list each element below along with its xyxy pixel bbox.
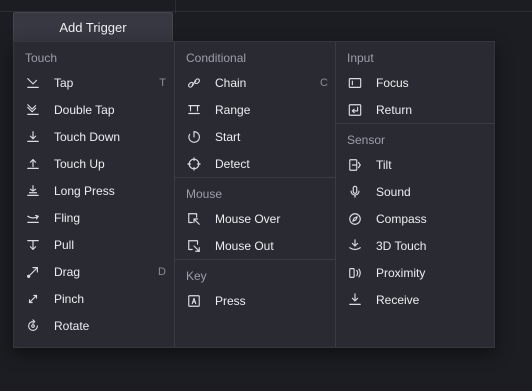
- menu-item-focus[interactable]: Focus: [336, 69, 495, 96]
- start-icon: [186, 129, 202, 145]
- menu-item-detect[interactable]: Detect: [175, 150, 336, 177]
- section-input: Input Focus Return: [336, 42, 495, 123]
- menu-item-label: Drag: [54, 264, 81, 279]
- menu-item-label: Range: [215, 102, 251, 117]
- fling-icon: [25, 210, 41, 226]
- menu-item-label: Mouse Over: [215, 211, 281, 226]
- mouse-over-icon: [186, 211, 202, 227]
- shortcut-key: T: [159, 76, 166, 89]
- menu-item-double-tap[interactable]: Double Tap: [14, 96, 174, 123]
- detect-icon: [186, 156, 202, 172]
- menu-item-label: Pull: [54, 237, 75, 252]
- menu-item-pull[interactable]: Pull: [14, 231, 174, 258]
- sound-icon: [347, 184, 363, 200]
- tilt-icon: [347, 157, 363, 173]
- menu-item-sound[interactable]: Sound: [336, 178, 495, 205]
- column-touch: Touch Tap T Double Tap Touch Down Touch Up Lon…: [14, 42, 174, 347]
- section-title: Touch: [25, 51, 58, 65]
- section-title: Input: [347, 51, 374, 65]
- menu-item-compass[interactable]: Compass: [336, 205, 495, 232]
- column-conditional: Conditional Chain C Range Start Detect Mouse Mo…: [174, 42, 336, 347]
- add-trigger-label: Add Trigger: [59, 19, 127, 35]
- section-title: Sensor: [347, 133, 386, 147]
- compass-icon: [347, 211, 363, 227]
- drag-icon: [25, 264, 41, 280]
- menu-item-label: Focus: [376, 75, 409, 90]
- pull-icon: [25, 237, 41, 253]
- menu-item-tap[interactable]: Tap T: [14, 69, 174, 96]
- mouse-out-icon: [186, 238, 202, 254]
- add-trigger-button[interactable]: Add Trigger: [13, 12, 173, 41]
- menu-item-mouse-over[interactable]: Mouse Over: [175, 205, 336, 232]
- menu-item-label: 3D Touch: [376, 238, 427, 253]
- receive-icon: [347, 292, 363, 308]
- section-conditional: Conditional Chain C Range Start Detect: [175, 42, 336, 177]
- menu-item-label: Mouse Out: [215, 238, 274, 253]
- shortcut-key: D: [158, 265, 166, 278]
- menu-item-pinch[interactable]: Pinch: [14, 285, 174, 312]
- section-sensor: Sensor Tilt Sound Compass 3D Touch Proximity R…: [336, 123, 495, 313]
- menu-item-label: Rotate: [54, 318, 90, 333]
- touch-down-icon: [25, 129, 41, 145]
- 3d-touch-icon: [347, 238, 363, 254]
- section-key: Key Press: [175, 259, 336, 314]
- menu-item-long-press[interactable]: Long Press: [14, 177, 174, 204]
- menu-item-label: Tilt: [376, 157, 392, 172]
- menu-item-label: Fling: [54, 210, 81, 225]
- menu-item-fling[interactable]: Fling: [14, 204, 174, 231]
- menu-item-label: Proximity: [376, 265, 426, 280]
- menu-item-label: Return: [376, 102, 413, 117]
- section-title: Key: [186, 269, 207, 283]
- menu-item-rotate[interactable]: Rotate: [14, 312, 174, 339]
- menu-item-press[interactable]: Press: [175, 287, 336, 314]
- menu-item-label: Pinch: [54, 291, 85, 306]
- trigger-menu: Touch Tap T Double Tap Touch Down Touch Up Lon…: [13, 41, 495, 348]
- menu-item-label: Touch Down: [54, 129, 121, 144]
- menu-item-label: Start: [215, 129, 241, 144]
- menu-item-label: Press: [215, 293, 246, 308]
- menu-item-receive[interactable]: Receive: [336, 286, 495, 313]
- rotate-icon: [25, 318, 41, 334]
- menu-item-tilt[interactable]: Tilt: [336, 151, 495, 178]
- key-press-icon: [186, 293, 202, 309]
- section-title: Conditional: [186, 51, 247, 65]
- menu-item-return[interactable]: Return: [336, 96, 495, 123]
- menu-item-label: Double Tap: [54, 102, 115, 117]
- section-mouse: Mouse Mouse Over Mouse Out: [175, 177, 336, 259]
- menu-item-label: Sound: [376, 184, 411, 199]
- menu-item-3d-touch[interactable]: 3D Touch: [336, 232, 495, 259]
- menu-item-mouse-out[interactable]: Mouse Out: [175, 232, 336, 259]
- return-icon: [347, 102, 363, 118]
- menu-item-label: Long Press: [54, 183, 115, 198]
- double-tap-icon: [25, 102, 41, 118]
- menu-item-drag[interactable]: Drag D: [14, 258, 174, 285]
- section-touch: Touch Tap T Double Tap Touch Down Touch Up Lon…: [14, 42, 174, 339]
- menu-item-touch-down[interactable]: Touch Down: [14, 123, 174, 150]
- menu-item-label: Chain: [215, 75, 247, 90]
- menu-item-start[interactable]: Start: [175, 123, 336, 150]
- menu-item-label: Compass: [376, 211, 427, 226]
- menu-item-label: Touch Up: [54, 156, 105, 171]
- focus-icon: [347, 75, 363, 91]
- menu-item-touch-up[interactable]: Touch Up: [14, 150, 174, 177]
- section-title: Mouse: [186, 187, 223, 201]
- menu-item-label: Receive: [376, 292, 420, 307]
- touch-up-icon: [25, 156, 41, 172]
- proximity-icon: [347, 265, 363, 281]
- pinch-icon: [25, 291, 41, 307]
- menu-item-range[interactable]: Range: [175, 96, 336, 123]
- range-icon: [186, 102, 202, 118]
- menu-item-chain[interactable]: Chain C: [175, 69, 336, 96]
- long-press-icon: [25, 183, 41, 199]
- chain-icon: [186, 75, 202, 91]
- menu-item-proximity[interactable]: Proximity: [336, 259, 495, 286]
- menu-item-label: Detect: [215, 156, 250, 171]
- menu-item-label: Tap: [54, 75, 74, 90]
- column-input: Input Focus Return Sensor Tilt Sound Compass 3D…: [335, 42, 495, 347]
- tap-icon: [25, 75, 41, 91]
- top-separator: [175, 0, 176, 14]
- shortcut-key: C: [320, 76, 328, 89]
